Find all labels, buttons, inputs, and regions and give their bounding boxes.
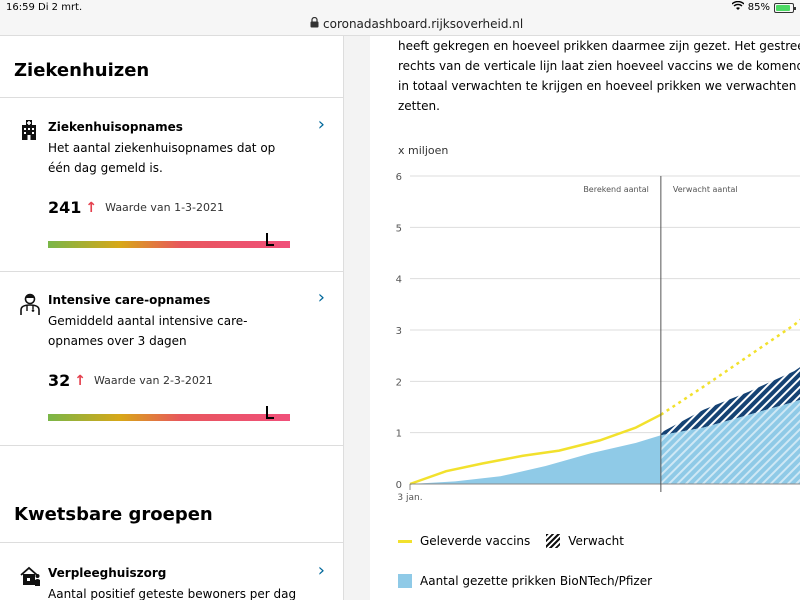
- divider: [0, 271, 343, 272]
- y-tick-label: 6: [396, 172, 402, 183]
- section-title-hospitals: Ziekenhuizen: [14, 60, 150, 81]
- period-label-expected: Verwacht aantal: [673, 185, 738, 194]
- period-label-calculated: Berekend aantal: [583, 185, 649, 194]
- url-text: coronadashboard.rijksoverheid.nl: [323, 17, 524, 31]
- status-date: Di 2 mrt.: [38, 2, 83, 13]
- value-row: 32 ↑ Waarde van 2-3-2021: [48, 371, 213, 390]
- arrow-up-icon: ↑: [74, 372, 86, 389]
- y-tick-label: 1: [396, 429, 402, 440]
- section-title-vulnerable-groups: Kwetsbare groepen: [14, 504, 213, 525]
- arrow-up-icon: ↑: [85, 199, 98, 216]
- y-tick-label: 2: [396, 377, 402, 388]
- bar-marker: [265, 233, 274, 246]
- legend-hatch-swatch: [546, 534, 561, 548]
- value-date: Waarde van 2-3-2021: [94, 374, 213, 387]
- intro-line: in totaal verwachten te krijgen en hoeve…: [398, 79, 800, 93]
- value-row: 241 ↑ Waarde van 1-3-2021: [48, 198, 224, 217]
- card-title: Ziekenhuisopnames: [48, 120, 183, 134]
- battery-icon: [774, 2, 796, 13]
- content-panel: heeft gekregen en hoeveel prikken daarme…: [370, 36, 800, 600]
- severity-bar: [48, 233, 290, 248]
- chevron-right-icon[interactable]: ›: [318, 287, 325, 308]
- card-description: Het aantal ziekenhuisopnames dat op één …: [48, 141, 276, 175]
- hospital-icon: [20, 120, 42, 142]
- divider: [0, 97, 343, 98]
- card-description: Aantal positief geteste bewoners per dag: [48, 587, 297, 600]
- url-display[interactable]: coronadashboard.rijksoverheid.nl: [310, 16, 524, 31]
- y-axis-label: x miljoen: [398, 144, 449, 157]
- metric-value: 32: [48, 371, 71, 390]
- x-tick-label: 3 jan.: [397, 493, 422, 502]
- biontech-area: [410, 435, 661, 484]
- status-time: 16:59: [6, 2, 35, 13]
- doctor-icon: [20, 293, 42, 315]
- severity-bar: [48, 406, 290, 421]
- legend-delivered: Geleverde vaccins Verwacht: [398, 534, 624, 548]
- divider: [0, 542, 343, 543]
- status-bar: 16:59 Di 2 mrt. 85%: [0, 0, 800, 16]
- y-tick-label: 3: [396, 326, 402, 337]
- chevron-right-icon[interactable]: ›: [318, 560, 325, 581]
- battery-percent: 85%: [747, 2, 770, 13]
- divider: [0, 445, 343, 446]
- nursing-home-icon: [20, 566, 42, 588]
- legend-box-swatch: [398, 574, 412, 588]
- y-tick-label: 0: [396, 480, 402, 491]
- card-icu-admissions[interactable]: Intensive care-opnames Gemiddeld aantal …: [0, 287, 343, 443]
- intro-line: rechts van de verticale lijn laat zien h…: [398, 59, 800, 73]
- value-date: Waarde van 1-3-2021: [105, 201, 225, 214]
- intro-text: heeft gekregen en hoeveel prikken daarme…: [398, 36, 800, 116]
- card-hospital-admissions[interactable]: Ziekenhuisopnames Het aantal ziekenhuiso…: [0, 114, 343, 270]
- y-tick-label: 4: [396, 275, 402, 286]
- bar-marker: [265, 406, 274, 419]
- card-description: Gemiddeld aantal intensive care-opnames …: [48, 314, 248, 348]
- chevron-right-icon[interactable]: ›: [318, 114, 325, 135]
- intro-line: heeft gekregen en hoeveel prikken daarme…: [398, 39, 800, 53]
- vaccination-chart[interactable]: 0 1 2 3 4 5 6 Berekend aantal Verwacht aantal 3 j…: [370, 162, 800, 502]
- wifi-icon: [731, 0, 745, 14]
- legend-label: Aantal gezette prikken BioNTech/Pfizer: [420, 574, 653, 588]
- y-tick-label: 5: [396, 223, 402, 234]
- card-title: Verpleeghuiszorg: [48, 566, 167, 580]
- legend-line-swatch: [398, 539, 412, 543]
- legend-biontech: Aantal gezette prikken BioNTech/Pfizer: [398, 574, 652, 588]
- card-nursing-homes[interactable]: Verpleeghuiszorg Aantal positief geteste…: [0, 560, 343, 600]
- legend-label: Geleverde vaccins: [420, 534, 531, 548]
- address-bar[interactable]: coronadashboard.rijksoverheid.nl: [0, 16, 800, 36]
- intro-line: zetten.: [398, 99, 440, 113]
- main-area: heeft gekregen en hoeveel prikken daarme…: [344, 36, 800, 600]
- status-right: 85%: [731, 0, 796, 14]
- metric-value: 241: [48, 198, 82, 217]
- sidebar: Ziekenhuizen Ziekenhuisopnames Het aanta…: [0, 36, 344, 600]
- legend-label: Verwacht: [568, 534, 624, 548]
- lock-icon: [310, 16, 319, 31]
- card-title: Intensive care-opnames: [48, 293, 211, 307]
